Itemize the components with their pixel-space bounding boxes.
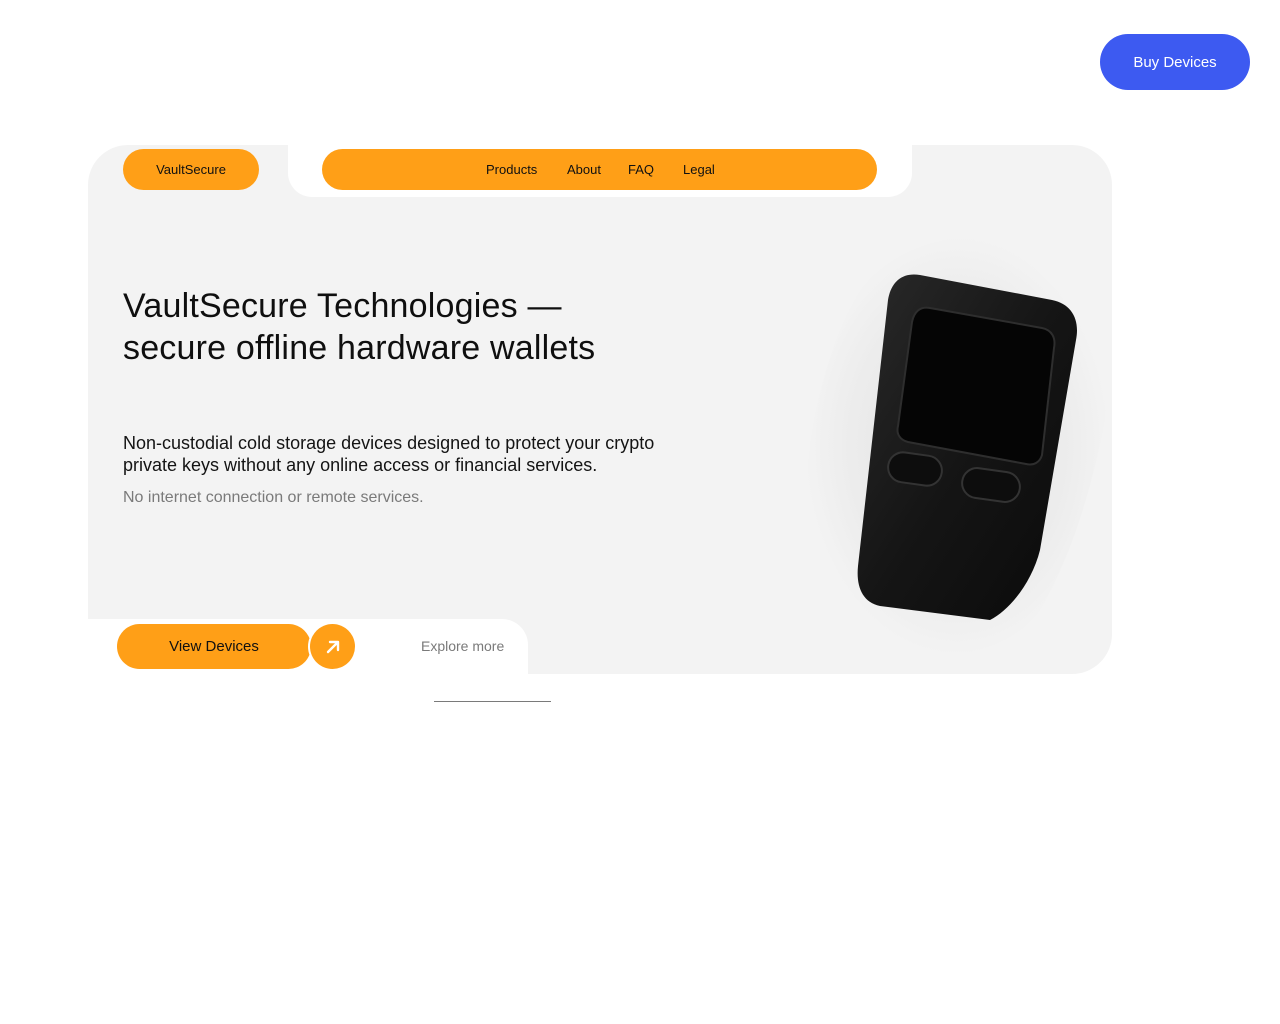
hero-description: Non-custodial cold storage devices desig…: [123, 432, 743, 476]
hero-description-line2: private keys without any online access o…: [123, 455, 598, 475]
buy-devices-button[interactable]: Buy Devices: [1100, 34, 1250, 90]
explore-more-link[interactable]: Explore more: [421, 638, 504, 654]
hero-headline-line2: secure offline hardware wallets: [123, 329, 596, 367]
nav-link-about[interactable]: About: [567, 162, 601, 177]
hero-note: No internet connection or remote service…: [123, 489, 424, 506]
hardware-wallet-illustration: [804, 236, 1111, 656]
nav-link-faq[interactable]: FAQ: [628, 162, 654, 177]
hero-headline-line1: VaultSecure Technologies —: [123, 287, 562, 325]
brand-logo-link[interactable]: VaultSecure: [123, 149, 259, 190]
hero-headline: VaultSecure Technologies — secure offlin…: [123, 285, 763, 369]
explore-underline: [434, 701, 551, 702]
view-devices-arrow-button[interactable]: [310, 624, 355, 669]
main-nav: Products About FAQ Legal: [322, 149, 877, 190]
hardware-wallet-image: [790, 230, 1120, 670]
nav-link-legal[interactable]: Legal: [683, 162, 715, 177]
arrow-up-right-icon: [326, 640, 339, 653]
view-devices-button[interactable]: View Devices: [117, 624, 311, 669]
nav-link-products[interactable]: Products: [486, 162, 537, 177]
hero-description-line1: Non-custodial cold storage devices desig…: [123, 433, 655, 453]
page: Buy Devices VaultSecure Products About F…: [0, 0, 1280, 1024]
